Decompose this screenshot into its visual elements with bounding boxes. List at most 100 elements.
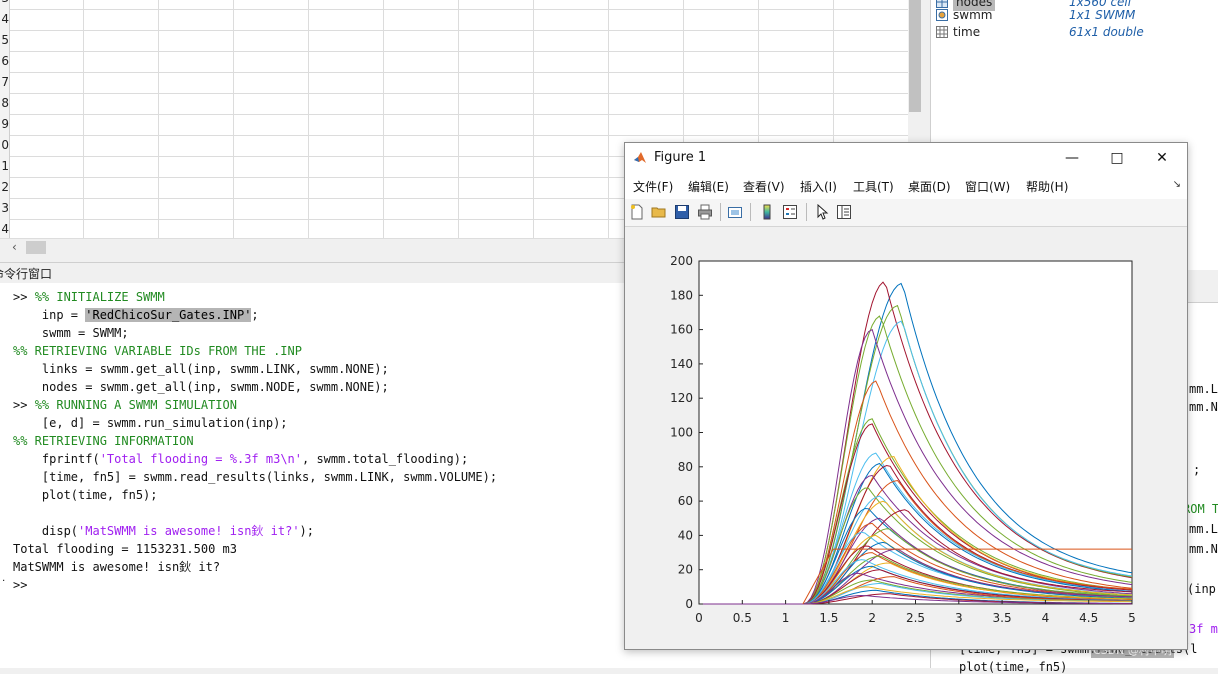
menubar-overflow-icon[interactable]: ↘ (1173, 179, 1181, 190)
toolbar-separator (750, 203, 751, 221)
row-header: 9 (0, 114, 10, 135)
matrix-icon (936, 26, 948, 38)
grid-row[interactable]: 6 (0, 51, 908, 73)
command-line: swmm = SWMM; (13, 326, 129, 340)
grid-column-divider (608, 0, 609, 238)
menu-desktop[interactable]: 桌面(D) (908, 178, 951, 195)
command-line: [e, d] = swmm.run_simulation(inp); (13, 416, 288, 430)
scroll-left-arrow-icon[interactable]: ‹ (12, 240, 17, 254)
row-header: 3 (0, 0, 10, 9)
y-tick-label: 200 (670, 254, 693, 268)
code-fragment: 3f m3 (1189, 622, 1218, 636)
command-line: nodes = swmm.get_all(inp, swmm.NODE, swm… (13, 380, 389, 394)
x-tick-label: 2.5 (906, 611, 925, 625)
menu-edit[interactable]: 编辑(E) (688, 178, 729, 195)
menu-tools[interactable]: 工具(T) (853, 178, 894, 195)
figure-titlebar[interactable]: Figure 1 — □ ✕ (625, 143, 1187, 173)
command-line: %% RETRIEVING VARIABLE IDs FROM THE .INP (13, 344, 302, 358)
y-tick-label: 120 (670, 391, 693, 405)
workspace-var-name: time (953, 25, 981, 39)
object-icon (936, 9, 948, 21)
workspace-row-swmm[interactable]: swmm 1x1 SWMM (931, 7, 1218, 24)
grid-column-divider (308, 0, 309, 238)
save-icon[interactable] (674, 204, 690, 220)
y-tick-label: 20 (678, 563, 693, 577)
figure-menubar: 文件(F) 编辑(E) 查看(V) 插入(I) 工具(T) 桌面(D) 窗口(W… (625, 173, 1187, 199)
toolbar-separator (720, 203, 721, 221)
insert-colorbar-icon[interactable] (759, 204, 775, 220)
toolbar-separator (806, 203, 807, 221)
grid-column-divider (533, 0, 534, 238)
command-prompt[interactable]: >> (13, 576, 27, 594)
plot-svg[interactable]: 0 0.5 1 1.5 2 2.5 3 3.5 4 4.5 5 0 20 40 60 80 100 120 140 1… (625, 227, 1187, 649)
x-tick-label: 5 (1128, 611, 1136, 625)
y-tick-label: 0 (685, 597, 693, 611)
code-fragment: ROM T (1183, 502, 1218, 516)
y-tick-label: 40 (678, 528, 693, 542)
x-tick-label: 0.5 (733, 611, 752, 625)
open-file-icon[interactable] (651, 204, 667, 220)
minimize-icon[interactable]: — (1060, 147, 1084, 169)
workspace-row-time[interactable]: time 61x1 double (931, 24, 1218, 41)
menu-view[interactable]: 查看(V) (743, 178, 785, 195)
grid-row[interactable]: 5 (0, 30, 908, 52)
row-header: 7 (0, 72, 10, 93)
maximize-icon[interactable]: □ (1105, 147, 1129, 169)
axes-box (698, 260, 1133, 605)
command-line: >> %% RUNNING A SWMM SIMULATION (13, 398, 237, 412)
print-icon[interactable] (697, 204, 713, 220)
link-icon[interactable] (727, 204, 743, 220)
horizontal-scrollbar-thumb[interactable] (26, 241, 46, 254)
row-header: 3 (0, 198, 10, 219)
code-fragment: mm.LI (1189, 522, 1218, 536)
grid-column-divider (458, 0, 459, 238)
x-tick-label: 1 (782, 611, 790, 625)
command-line: >> %% INITIALIZE SWMM (13, 290, 165, 304)
y-tick-label: 180 (670, 288, 693, 302)
command-line: plot(time, fn5); (13, 488, 158, 502)
x-tick-label: 0 (695, 611, 703, 625)
x-tick-label: 3 (955, 611, 963, 625)
code-fragment: ; (1193, 463, 1201, 477)
close-icon[interactable]: ✕ (1150, 147, 1174, 169)
code-fragment: (inp) (1187, 582, 1218, 596)
x-tick-label: 4.5 (1079, 611, 1098, 625)
command-line: %% RETRIEVING INFORMATION (13, 434, 194, 448)
grid-row[interactable]: 7 (0, 72, 908, 94)
insert-legend-icon[interactable] (782, 204, 798, 220)
code-fragment: plot(time, fn5) (959, 660, 1068, 674)
y-tick-label: 80 (678, 460, 693, 474)
matlab-logo-icon (634, 152, 646, 163)
menu-help[interactable]: 帮助(H) (1026, 178, 1068, 195)
x-tick-label: 3.5 (993, 611, 1012, 625)
property-inspector-icon[interactable] (836, 204, 852, 220)
row-header: 2 (0, 177, 10, 198)
command-line: links = swmm.get_all(inp, swmm.LINK, swm… (13, 362, 389, 376)
workspace-var-value: 1x1 SWMM (1069, 8, 1136, 22)
row-header: 5 (0, 30, 10, 51)
command-line: fprintf('Total flooding = %.3f m3\n', sw… (13, 452, 469, 466)
continuation-marker: ˙ (0, 578, 8, 592)
menu-window[interactable]: 窗口(W) (965, 178, 1010, 195)
command-line: [time, fn5] = swmm.read_results(links, s… (13, 470, 498, 484)
menu-insert[interactable]: 插入(I) (800, 178, 837, 195)
y-tick-label: 140 (670, 357, 693, 371)
command-line: disp('MatSWMM is awesome! isn鈥 it?'); (13, 524, 314, 538)
x-tick-label: 4 (1042, 611, 1050, 625)
vertical-scrollbar-thumb[interactable] (909, 0, 921, 112)
row-header: 4 (0, 219, 10, 240)
figure-canvas[interactable]: 0 0.5 1 1.5 2 2.5 3 3.5 4 4.5 5 0 20 40 60 80 100 120 140 1… (625, 227, 1187, 649)
y-tick-label: 60 (678, 494, 693, 508)
menu-file[interactable]: 文件(F) (633, 178, 673, 195)
code-fragment: mm.LI (1189, 382, 1218, 396)
grid-row[interactable]: 4 (0, 9, 908, 31)
pointer-icon[interactable] (814, 204, 830, 220)
x-tick-label: 2 (868, 611, 876, 625)
new-figure-icon[interactable] (629, 204, 645, 220)
grid-row[interactable]: 8 (0, 93, 908, 115)
grid-column-divider (383, 0, 384, 238)
command-line: inp = 'RedChicoSur_Gates.INP'; (13, 308, 259, 322)
workspace-var-value: 61x1 double (1069, 25, 1144, 39)
grid-row[interactable]: 9 (0, 114, 908, 136)
figure-window[interactable]: Figure 1 — □ ✕ 文件(F) 编辑(E) 查看(V) 插入(I) 工… (624, 142, 1188, 650)
